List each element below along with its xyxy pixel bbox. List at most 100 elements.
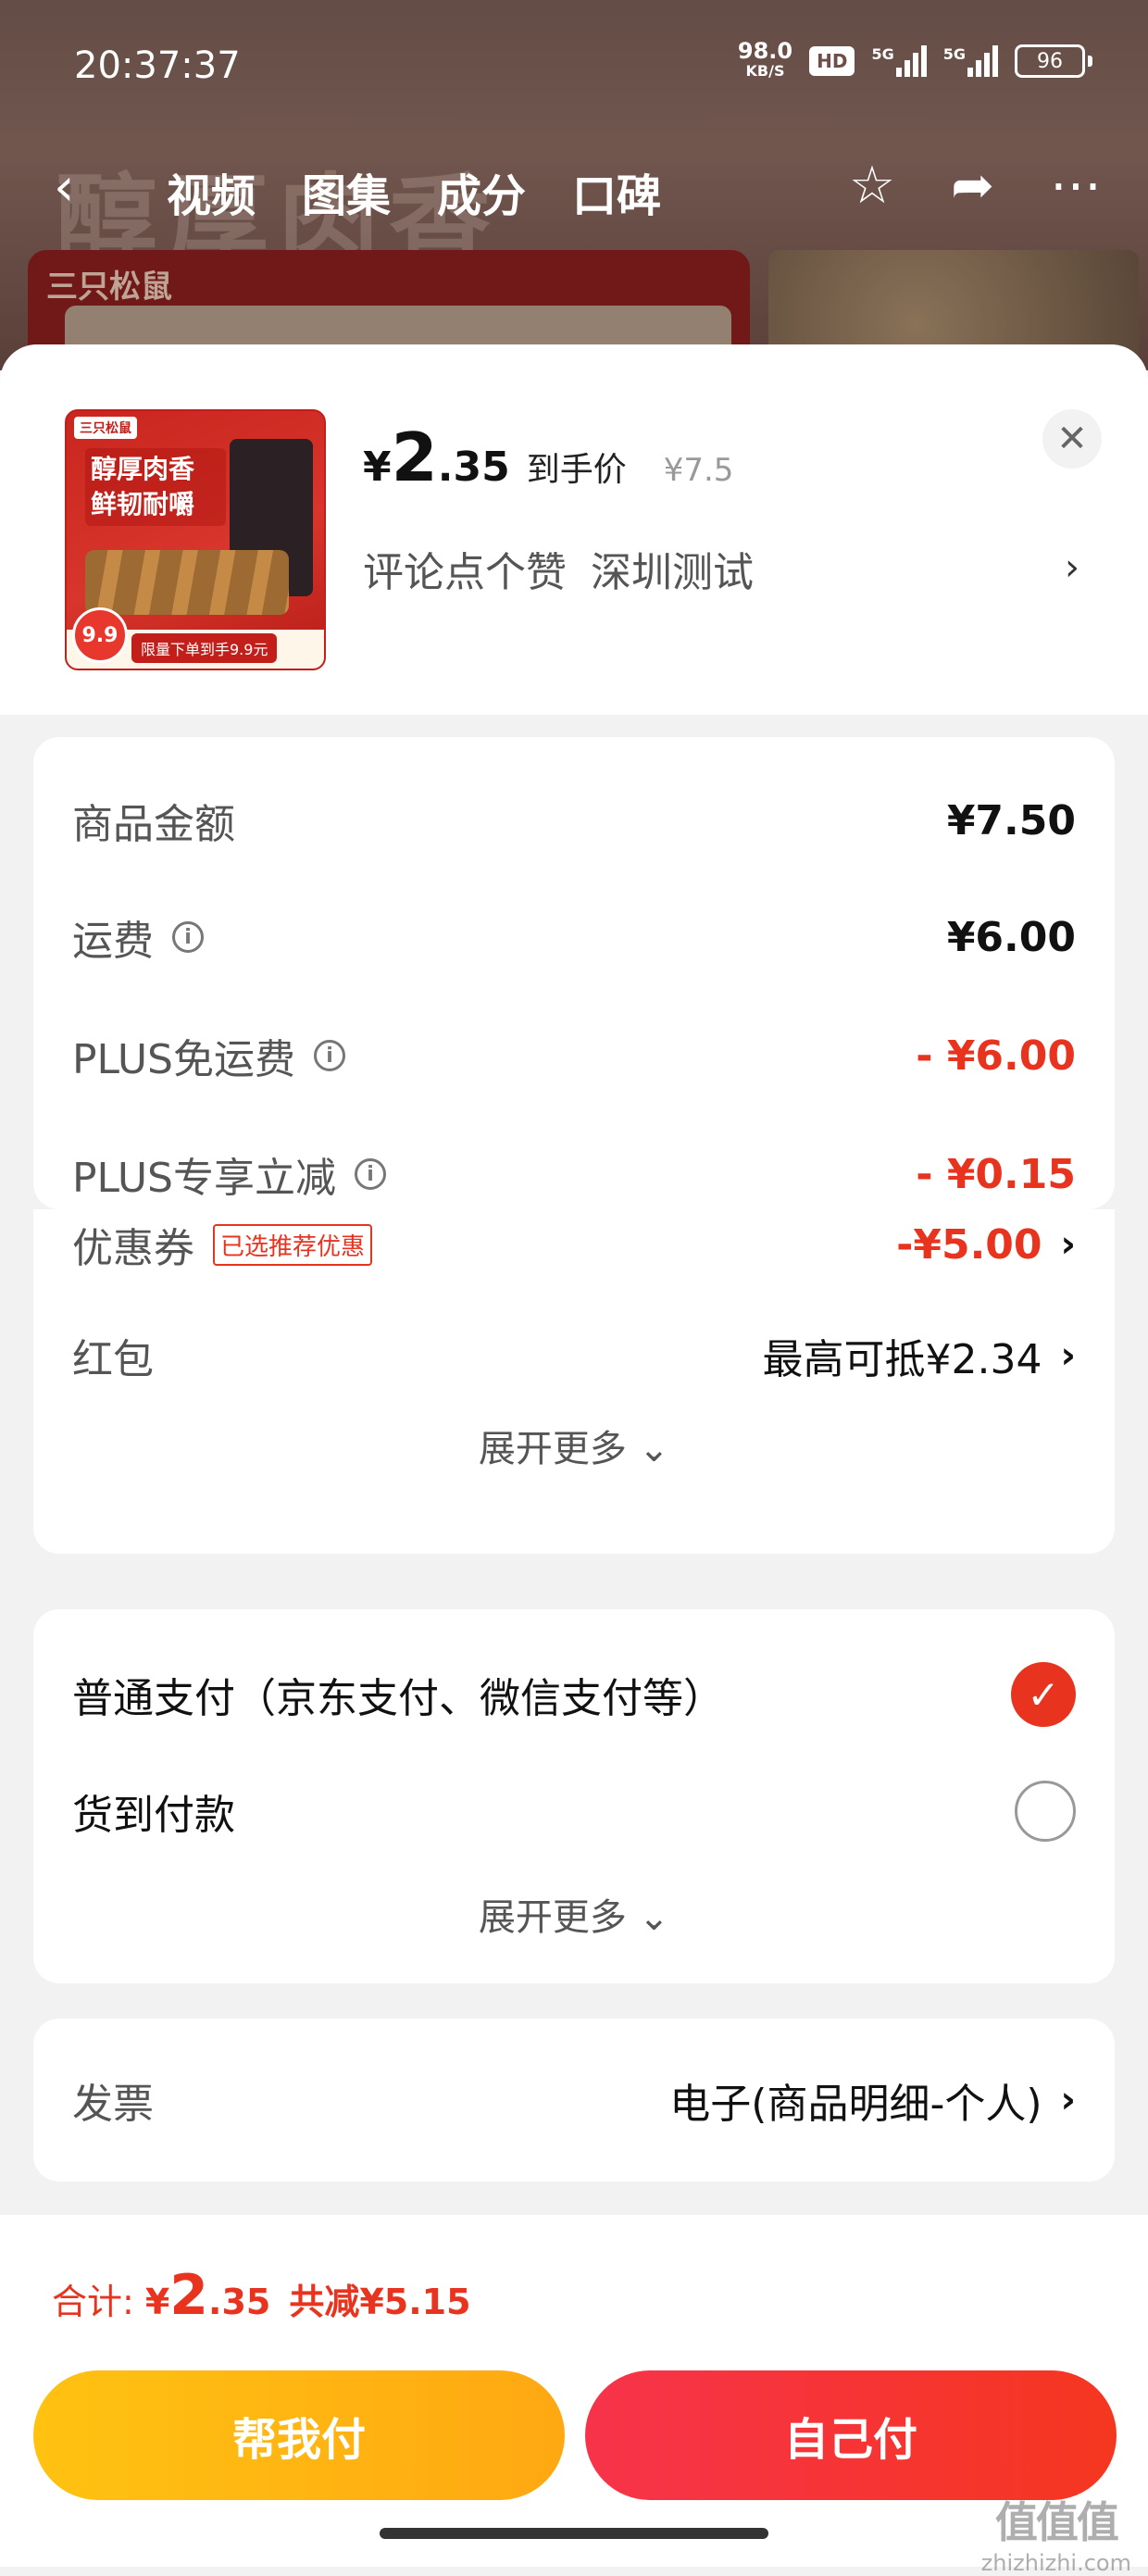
- sim1-network-label: 5G: [871, 45, 894, 63]
- tab-reviews[interactable]: 口碑: [572, 159, 661, 224]
- favorite-star-icon[interactable]: ☆: [849, 156, 895, 216]
- shipping-label-wrap: 运费 i: [72, 907, 204, 967]
- info-icon[interactable]: i: [172, 921, 204, 953]
- watermark-logo: 值值值 zhizhizhi.com: [981, 2489, 1131, 2576]
- checkout-footer: 合计: ¥ 2 .35 共减¥5.15 帮我付 自己付: [0, 2215, 1148, 2567]
- tab-bar: 视频 图集 成分 口碑: [167, 159, 661, 224]
- total-decimal: .35: [208, 2282, 271, 2322]
- payment-normal-radio-wrap: ✓: [1011, 1662, 1076, 1727]
- product-thumbnail[interactable]: 三只松鼠 醇厚肉香 鲜韧耐嚼 限量下单到手9.9元 9.9: [65, 409, 326, 670]
- radio-unchecked-icon[interactable]: [1015, 1781, 1076, 1842]
- payment-option-cod[interactable]: 货到付款: [72, 1774, 1076, 1848]
- price-label: 到手价: [526, 451, 627, 489]
- invoice-label: 发票: [72, 2081, 154, 2128]
- coupon-value: -¥5.00: [896, 1220, 1042, 1269]
- final-price: ¥ 2 .35 到手价 ¥7.5: [363, 419, 733, 496]
- invoice-value: 电子(商品明细-个人): [669, 2081, 1042, 2128]
- signal-bars-1: [895, 45, 927, 77]
- thumb-brand-logo: 三只松鼠: [74, 417, 137, 439]
- price-summary-card: 商品金额 ¥7.50 运费 i ¥6.00 PLUS免运费 i - ¥6.00 …: [33, 737, 1115, 1209]
- row-plus-free-shipping: PLUS免运费 i - ¥6.00: [72, 1019, 1076, 1093]
- expand-more-summary[interactable]: 展开更多 ⌄: [33, 1419, 1115, 1472]
- plus-discount-label: PLUS专享立减: [72, 1155, 336, 1202]
- coupon-recommended-tag: 已选推荐优惠: [213, 1223, 373, 1266]
- price-integer: 2: [391, 419, 438, 496]
- back-icon[interactable]: ‹: [54, 157, 74, 218]
- coupon-value-wrap: -¥5.00 ›: [896, 1221, 1076, 1269]
- thumb-title: 醇厚肉香 鲜韧耐嚼: [85, 448, 226, 526]
- total-saved: 共减¥5.15: [289, 2282, 471, 2322]
- tab-ingredients[interactable]: 成分: [437, 159, 526, 224]
- row-red-packet[interactable]: 红包 最高可抵¥2.34 ›: [72, 1319, 1076, 1393]
- payment-normal-label: 普通支付（京东支付、微信支付等）: [72, 1675, 724, 1722]
- share-icon[interactable]: ➦: [951, 156, 994, 216]
- info-icon[interactable]: i: [355, 1158, 386, 1190]
- watermark-sub: zhizhizhi.com: [980, 2550, 1131, 2576]
- status-time: 20:37:37: [74, 44, 241, 87]
- expand-more-label: 展开更多: [478, 1896, 627, 1939]
- tab-video[interactable]: 视频: [167, 159, 256, 224]
- battery-level: 96: [1015, 44, 1085, 78]
- red-packet-value: 最高可抵¥2.34: [762, 1336, 1042, 1383]
- total-label: 合计:: [52, 2282, 134, 2322]
- plus-discount-label-wrap: PLUS专享立减 i: [72, 1144, 386, 1204]
- row-plus-discount: PLUS专享立减 i - ¥0.15: [72, 1137, 1076, 1211]
- more-icon[interactable]: ⋯: [1050, 156, 1102, 216]
- top-nav: ‹ 视频 图集 成分 口碑 ☆ ➦ ⋯: [0, 148, 1148, 231]
- signal-sim2-icon: 5G: [943, 45, 998, 77]
- status-bar: 20:37:37 98.0 KB/S HD 5G 5G 96: [0, 0, 1148, 130]
- red-packet-value-wrap: 最高可抵¥2.34 ›: [763, 1326, 1076, 1385]
- expand-more-label: 展开更多: [478, 1428, 627, 1470]
- chevron-right-icon: ›: [1060, 2079, 1076, 2121]
- row-coupon[interactable]: 优惠券 已选推荐优惠 -¥5.00 ›: [72, 1207, 1076, 1282]
- row-invoice: 发票 电子(商品明细-个人) ›: [72, 2063, 1076, 2137]
- goods-amount-label: 商品金额: [72, 801, 235, 848]
- promo-item-1: 评论点个赞: [363, 549, 567, 596]
- payment-option-normal[interactable]: 普通支付（京东支付、微信支付等） ✓: [72, 1657, 1076, 1732]
- payment-cod-label: 货到付款: [72, 1792, 235, 1839]
- red-packet-label: 红包: [72, 1336, 154, 1383]
- payment-cod-radio-wrap: [1015, 1781, 1076, 1842]
- tab-gallery[interactable]: 图集: [302, 159, 391, 224]
- chevron-right-icon: ›: [1060, 1223, 1076, 1266]
- invoice-card[interactable]: 发票 电子(商品明细-个人) ›: [33, 2019, 1115, 2182]
- invoice-value-wrap: 电子(商品明细-个人) ›: [669, 2070, 1076, 2130]
- promo-info[interactable]: 评论点个赞 深圳测试: [363, 539, 754, 598]
- help-pay-button[interactable]: 帮我付: [33, 2370, 565, 2500]
- network-speed-value: 98.0: [737, 38, 793, 64]
- plus-free-shipping-value: - ¥6.00: [916, 1032, 1076, 1080]
- watermark-main: 值值值: [994, 2497, 1119, 2547]
- info-icon[interactable]: i: [314, 1040, 345, 1071]
- close-button[interactable]: ✕: [1042, 409, 1102, 469]
- shipping-label: 运费: [72, 918, 154, 965]
- thumb-title-line1: 醇厚肉香: [91, 454, 195, 484]
- chevron-down-icon: ⌄: [638, 1896, 670, 1939]
- total-currency: ¥: [144, 2282, 170, 2322]
- goods-amount-value: ¥7.50: [946, 796, 1076, 844]
- thumb-title-line2: 鲜韧耐嚼: [91, 489, 195, 519]
- product-header: 三只松鼠 醇厚肉香 鲜韧耐嚼 限量下单到手9.9元 9.9 ¥ 2 .35 到手…: [0, 344, 1148, 715]
- chevron-right-icon[interactable]: ›: [1065, 546, 1079, 589]
- coupon-label: 优惠券: [72, 1225, 194, 1272]
- plus-free-shipping-label: PLUS免运费: [72, 1036, 295, 1083]
- radio-checked-icon[interactable]: ✓: [1011, 1662, 1076, 1727]
- signal-bars-2: [967, 45, 998, 77]
- home-indicator[interactable]: [380, 2528, 768, 2539]
- promo-item-2: 深圳测试: [591, 549, 754, 596]
- signal-sim1-icon: 5G: [871, 45, 927, 77]
- thumb-jerky-image: [85, 550, 289, 615]
- thumb-price-badge: 9.9: [72, 607, 128, 663]
- network-speed-unit: KB/S: [745, 62, 785, 80]
- self-pay-button[interactable]: 自己付: [585, 2370, 1117, 2500]
- row-goods-amount: 商品金额 ¥7.50: [72, 783, 1076, 857]
- total-integer: 2: [169, 2263, 209, 2328]
- nav-actions: ☆ ➦ ⋯: [849, 156, 1102, 216]
- chevron-down-icon: ⌄: [638, 1428, 670, 1470]
- row-shipping: 运费 i ¥6.00: [72, 900, 1076, 974]
- hd-voice-icon: HD: [809, 46, 855, 76]
- expand-more-payment[interactable]: 展开更多 ⌄: [33, 1887, 1115, 1941]
- battery-icon: 96: [1015, 44, 1092, 78]
- sim2-network-label: 5G: [942, 45, 966, 63]
- price-currency: ¥: [363, 444, 392, 491]
- chevron-right-icon: ›: [1060, 1334, 1076, 1377]
